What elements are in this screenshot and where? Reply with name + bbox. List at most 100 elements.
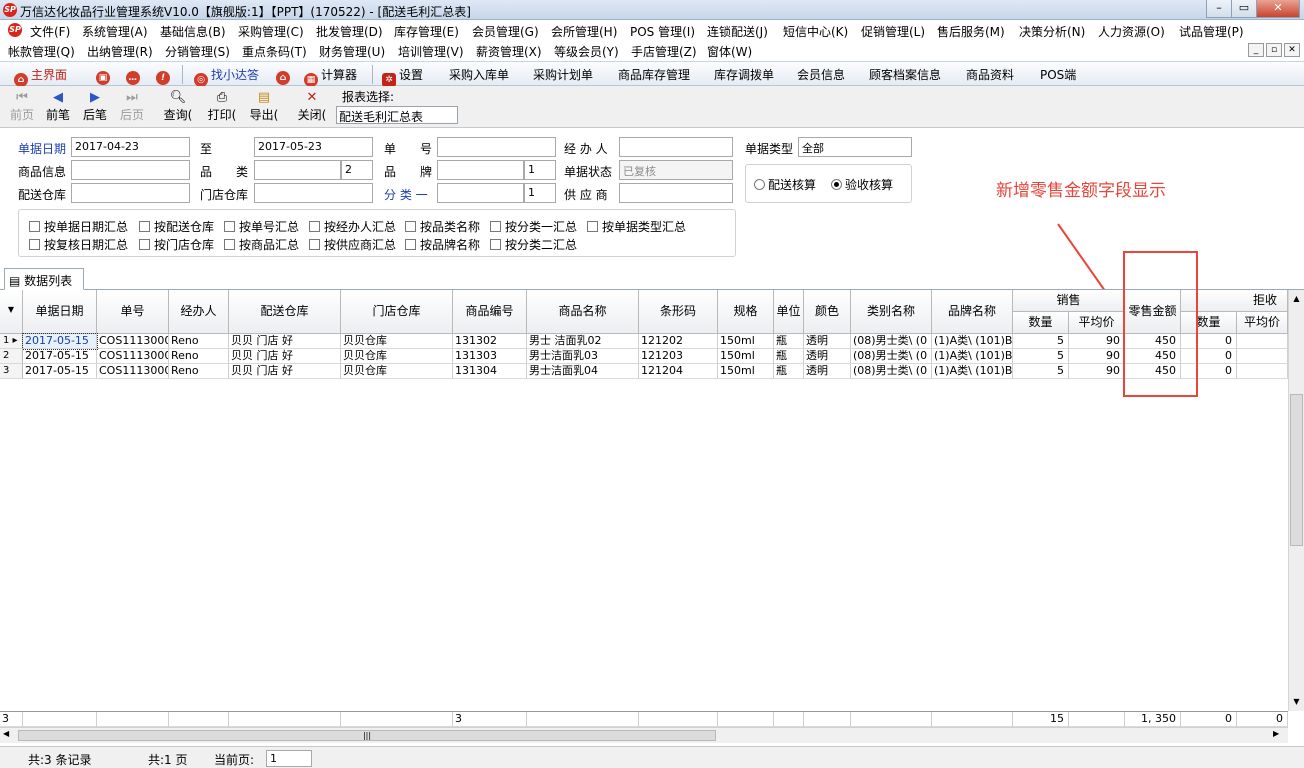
prev-record-button[interactable]: ◀ 前笔 bbox=[40, 90, 76, 123]
cb-by-class2[interactable]: 按分类二汇总 bbox=[490, 236, 577, 253]
menu-system[interactable]: 系统管理(A) bbox=[82, 23, 148, 40]
export-button[interactable]: ▤ 导出( bbox=[244, 90, 284, 123]
horizontal-scrollbar[interactable]: ◀ ||| ▶ bbox=[0, 727, 1288, 743]
col-group-sales[interactable]: 销售 bbox=[1013, 290, 1125, 312]
mdi-close-button[interactable]: ✕ bbox=[1284, 43, 1300, 57]
cell-category[interactable]: (08)男士类\ (0 bbox=[851, 334, 932, 349]
help-button[interactable]: ! bbox=[156, 66, 173, 85]
col-sales-avg[interactable]: 平均价 bbox=[1069, 312, 1125, 334]
menu-inventory[interactable]: 库存管理(E) bbox=[394, 23, 459, 40]
cell-color[interactable]: 透明 bbox=[804, 349, 851, 364]
cell-handler[interactable]: Reno bbox=[169, 334, 229, 349]
col-color[interactable]: 颜色 bbox=[804, 290, 851, 334]
cell-sales-avg[interactable]: 90 bbox=[1069, 364, 1125, 379]
cell-product-name[interactable]: 男士洁面乳04 bbox=[527, 364, 639, 379]
current-page-input[interactable]: 1 bbox=[266, 750, 312, 767]
cb-by-warehouse[interactable]: 按配送仓库 bbox=[139, 218, 214, 235]
supplier-input[interactable] bbox=[619, 183, 733, 203]
menu-chain[interactable]: 连锁配送(J) bbox=[707, 23, 768, 40]
handler-input[interactable] bbox=[619, 137, 733, 157]
cb-by-doctype[interactable]: 按单据类型汇总 bbox=[587, 218, 686, 235]
cell-unit[interactable]: 瓶 bbox=[774, 349, 804, 364]
next-record-button[interactable]: ▶ 后笔 bbox=[77, 90, 113, 123]
cell-product-name[interactable]: 男士洁面乳03 bbox=[527, 349, 639, 364]
cell-warehouse[interactable]: 贝贝 门店 好 bbox=[229, 364, 341, 379]
report-select-field[interactable]: 配送毛利汇总表 bbox=[336, 106, 458, 124]
mdi-restore-button[interactable]: ▫ bbox=[1266, 43, 1282, 57]
class-level-input[interactable]: 1 bbox=[524, 183, 556, 203]
menu-wholesale[interactable]: 批发管理(D) bbox=[316, 23, 383, 40]
cell-docno[interactable]: COS11130000C bbox=[97, 364, 169, 379]
radio-delivery[interactable]: 配送核算 bbox=[754, 176, 816, 193]
cell-reject-avg[interactable] bbox=[1237, 364, 1288, 379]
cell-reject-avg[interactable] bbox=[1237, 349, 1288, 364]
cell-spec[interactable]: 150ml bbox=[718, 349, 774, 364]
menu-trial[interactable]: 试品管理(P) bbox=[1179, 23, 1244, 40]
cell-brand[interactable]: (1)A类\ (101)B bbox=[932, 349, 1013, 364]
status-input[interactable]: 已复核 bbox=[619, 160, 733, 180]
cell-store[interactable]: 贝贝仓库 bbox=[341, 364, 453, 379]
cell-sales-qty[interactable]: 5 bbox=[1013, 334, 1069, 349]
col-category[interactable]: 类别名称 bbox=[851, 290, 932, 334]
cell-sales-qty[interactable]: 5 bbox=[1013, 364, 1069, 379]
row-indicator[interactable]: 2 bbox=[0, 349, 23, 364]
cell-handler[interactable]: Reno bbox=[169, 364, 229, 379]
maximize-button[interactable]: ▭ bbox=[1231, 0, 1257, 18]
tab-data-list[interactable]: ▤ 数据列表 bbox=[4, 268, 84, 290]
cell-barcode[interactable]: 121202 bbox=[639, 334, 718, 349]
cell-brand[interactable]: (1)A类\ (101)B bbox=[932, 364, 1013, 379]
cell-handler[interactable]: Reno bbox=[169, 349, 229, 364]
vertical-scrollbar[interactable]: ▲ ▼ bbox=[1288, 290, 1304, 711]
cell-store[interactable]: 贝贝仓库 bbox=[341, 349, 453, 364]
minimize-button[interactable]: – bbox=[1206, 0, 1232, 18]
doctype-select[interactable]: 全部 bbox=[798, 137, 912, 157]
menu-file[interactable]: 文件(F) bbox=[30, 23, 70, 40]
horizontal-scroll-thumb[interactable]: ||| bbox=[18, 730, 716, 741]
scroll-left-icon[interactable]: ◀ bbox=[3, 729, 9, 738]
menu-handstore[interactable]: 手店管理(Z) bbox=[631, 43, 697, 60]
cell-date[interactable]: 2017-05-15 bbox=[23, 364, 97, 379]
menu-salary[interactable]: 薪资管理(X) bbox=[476, 43, 542, 60]
menu-purchase[interactable]: 采购管理(C) bbox=[238, 23, 304, 40]
menu-accounts[interactable]: 帐款管理(Q) bbox=[8, 43, 75, 60]
row-indicator[interactable]: 1 ▸ bbox=[0, 334, 23, 349]
col-barcode[interactable]: 条形码 bbox=[639, 290, 718, 334]
cell-date[interactable]: 2017-05-15 bbox=[22, 333, 98, 350]
date-to-input[interactable]: 2017-05-23 bbox=[254, 137, 373, 157]
col-brand[interactable]: 品牌名称 bbox=[932, 290, 1013, 334]
date-from-input[interactable]: 2017-04-23 bbox=[71, 137, 190, 157]
menu-aftersale[interactable]: 售后服务(M) bbox=[937, 23, 1005, 40]
quick-member-info[interactable]: 会员信息 bbox=[797, 66, 845, 83]
quick-stock-manage[interactable]: 商品库存管理 bbox=[618, 66, 690, 83]
cb-by-doc-date[interactable]: 按单据日期汇总 bbox=[29, 218, 128, 235]
query-button[interactable]: 🔍︎ 查询( bbox=[158, 90, 198, 123]
cell-spec[interactable]: 150ml bbox=[718, 334, 774, 349]
product-input[interactable] bbox=[71, 160, 190, 180]
scroll-down-icon[interactable]: ▼ bbox=[1290, 694, 1303, 709]
cb-by-docno[interactable]: 按单号汇总 bbox=[224, 218, 299, 235]
cell-product-code[interactable]: 131304 bbox=[453, 364, 527, 379]
scroll-right-icon[interactable]: ▶ bbox=[1273, 729, 1279, 738]
print-button[interactable]: ⎙ 打印( bbox=[202, 90, 242, 123]
main-screen-button[interactable]: ⌂ 主界面 bbox=[14, 66, 67, 87]
menu-basic-info[interactable]: 基础信息(B) bbox=[160, 23, 226, 40]
cb-by-category[interactable]: 按品类名称 bbox=[405, 218, 480, 235]
close-report-button[interactable]: ✕ 关闭( bbox=[292, 90, 332, 123]
vertical-scroll-thumb[interactable] bbox=[1290, 394, 1303, 546]
cell-sales-avg[interactable]: 90 bbox=[1069, 349, 1125, 364]
quick-transfer[interactable]: 库存调拨单 bbox=[714, 66, 774, 83]
menu-promo[interactable]: 促销管理(L) bbox=[861, 23, 925, 40]
col-unit[interactable]: 单位 bbox=[774, 290, 804, 334]
settings-button[interactable]: ✲ 设置 bbox=[382, 66, 423, 87]
menu-club[interactable]: 会所管理(H) bbox=[551, 23, 617, 40]
cell-product-name[interactable]: 男士 洁面乳02 bbox=[527, 334, 639, 349]
cell-color[interactable]: 透明 bbox=[804, 364, 851, 379]
cell-category[interactable]: (08)男士类\ (0 bbox=[851, 364, 932, 379]
menu-finance[interactable]: 财务管理(U) bbox=[319, 43, 385, 60]
menu-cashier[interactable]: 出纳管理(R) bbox=[87, 43, 153, 60]
cb-by-store[interactable]: 按门店仓库 bbox=[139, 236, 214, 253]
category-input[interactable] bbox=[254, 160, 341, 180]
cell-docno[interactable]: COS11130000C bbox=[97, 334, 169, 349]
cell-unit[interactable]: 瓶 bbox=[774, 364, 804, 379]
cell-docno[interactable]: COS11130000C bbox=[97, 349, 169, 364]
